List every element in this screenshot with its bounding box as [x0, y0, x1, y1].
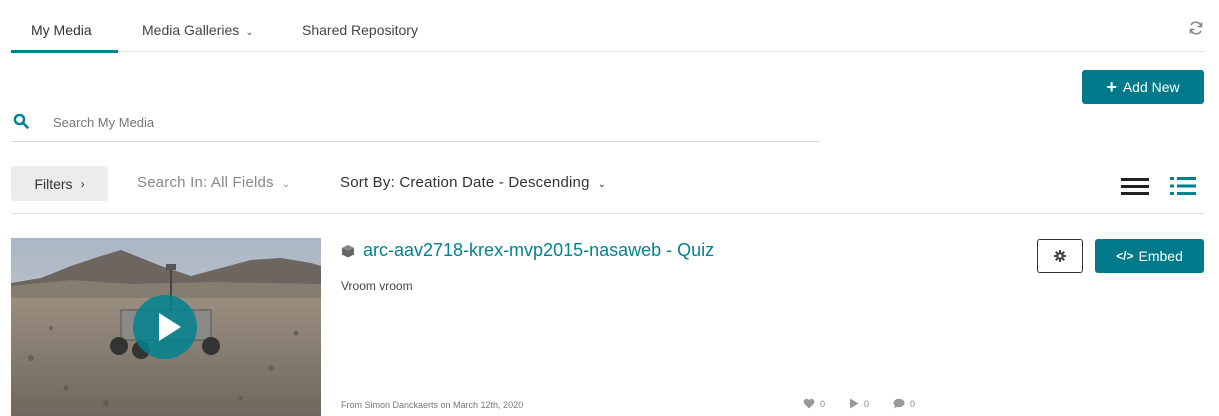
quiz-cube-icon	[342, 244, 354, 257]
play-icon	[159, 313, 181, 341]
chevron-down-icon: ⌄	[245, 27, 254, 38]
play-button[interactable]	[133, 295, 197, 359]
comments-stat: 0	[893, 398, 915, 409]
search-bar	[11, 105, 820, 142]
filters-label: Filters	[34, 175, 73, 192]
sort-by-dropdown[interactable]: Sort By: Creation Date - Descending ⌄	[340, 174, 606, 191]
divider	[11, 213, 1204, 214]
chevron-right-icon: ›	[80, 176, 85, 191]
sort-by-label: Sort By: Creation Date - Descending	[340, 174, 590, 191]
media-tabs: My Media Media Galleries ⌄ Shared Reposit…	[11, 0, 1204, 53]
tab-label: Shared Repository	[302, 22, 418, 38]
media-title: arc-aav2718-krex-mvp2015-nasaweb - Quiz	[363, 240, 715, 260]
comment-icon	[893, 398, 905, 409]
detailed-view-icon[interactable]	[1170, 175, 1196, 197]
list-view-icon[interactable]	[1121, 176, 1149, 196]
heart-icon	[803, 398, 815, 409]
likes-stat: 0	[803, 398, 825, 409]
add-new-button[interactable]: + Add New	[1082, 70, 1204, 104]
tab-label: My Media	[31, 22, 92, 38]
plays-count: 0	[864, 398, 870, 409]
chevron-down-icon: ⌄	[597, 179, 607, 190]
add-new-label: Add New	[1122, 79, 1180, 95]
search-in-dropdown[interactable]: Search In: All Fields ⌄	[137, 174, 290, 191]
active-tab-indicator	[11, 50, 118, 53]
plus-icon: +	[1106, 77, 1117, 97]
settings-button[interactable]	[1037, 239, 1083, 273]
filters-button[interactable]: Filters ›	[11, 166, 108, 201]
search-in-label: Search In: All Fields	[137, 174, 274, 191]
comments-count: 0	[910, 398, 916, 409]
gear-icon	[1054, 250, 1066, 262]
refresh-icon[interactable]	[1188, 20, 1204, 36]
tab-my-media[interactable]: My Media	[31, 22, 92, 38]
tab-label: Media Galleries	[142, 22, 240, 38]
tab-shared-repository[interactable]: Shared Repository	[302, 22, 418, 38]
embed-button[interactable]: </> Embed	[1095, 239, 1204, 273]
tab-media-galleries[interactable]: Media Galleries ⌄	[142, 22, 254, 38]
play-count-icon	[850, 398, 859, 409]
media-description: Vroom vroom	[341, 279, 413, 293]
media-thumbnail[interactable]	[11, 238, 321, 416]
search-input[interactable]	[53, 111, 793, 133]
likes-count: 0	[820, 398, 826, 409]
plays-stat: 0	[849, 398, 869, 409]
media-meta: From Simon Danckaerts on March 12th, 202…	[341, 400, 524, 410]
embed-label: Embed	[1138, 248, 1183, 264]
chevron-down-icon: ⌄	[281, 179, 291, 190]
code-icon: </>	[1116, 249, 1134, 263]
media-title-link[interactable]: arc-aav2718-krex-mvp2015-nasaweb - Quiz	[341, 240, 714, 261]
search-icon	[13, 113, 29, 129]
